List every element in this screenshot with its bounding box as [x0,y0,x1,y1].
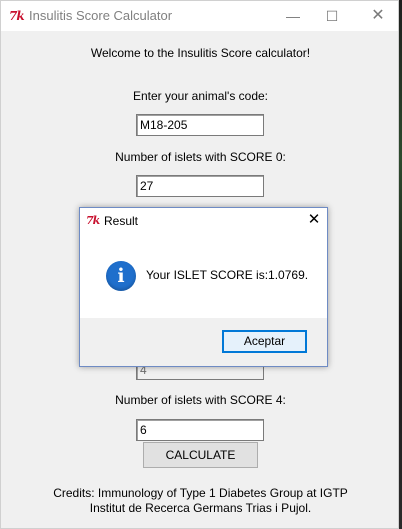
dialog-close-icon[interactable]: ✕ [304,210,324,230]
credits-line-1: Credits: Immunology of Type 1 Diabetes G… [53,486,348,500]
dialog-title-bar[interactable]: 7k Result ✕ [80,208,327,234]
animal-code-input[interactable]: M18-205 [136,114,264,136]
minimize-icon[interactable]: — [278,5,308,27]
welcome-text: Welcome to the Insulitis Score calculato… [90,46,311,60]
dialog-title: Result [104,214,139,228]
calculate-button[interactable]: CALCULATE [143,442,258,468]
info-icon: i [106,261,136,291]
credits-line-2: Institut de Recerca Germans Trias i Pujo… [89,501,312,515]
tk-app-icon: 7k [9,9,25,23]
dialog-body: i Your ISLET SCORE is:1.0769. [80,234,327,318]
score0-input[interactable]: 27 [136,175,264,197]
result-message: Your ISLET SCORE is:1.0769. [146,268,309,282]
animal-code-label: Enter your animal's code: [132,89,269,103]
result-dialog: 7k Result ✕ i Your ISLET SCORE is:1.0769… [79,207,328,367]
maximize-icon[interactable]: ☐ [317,5,347,27]
title-bar[interactable]: 7k Insulitis Score Calculator — ☐ ✕ [1,1,398,31]
score4-input[interactable]: 6 [136,419,264,441]
tk-dialog-icon: 7k [86,214,100,227]
accept-button[interactable]: Aceptar [222,330,307,353]
score4-label: Number of islets with SCORE 4: [115,393,286,407]
score0-label: Number of islets with SCORE 0: [115,150,286,164]
window-title: Insulitis Score Calculator [29,8,173,23]
close-icon[interactable]: ✕ [363,5,393,27]
